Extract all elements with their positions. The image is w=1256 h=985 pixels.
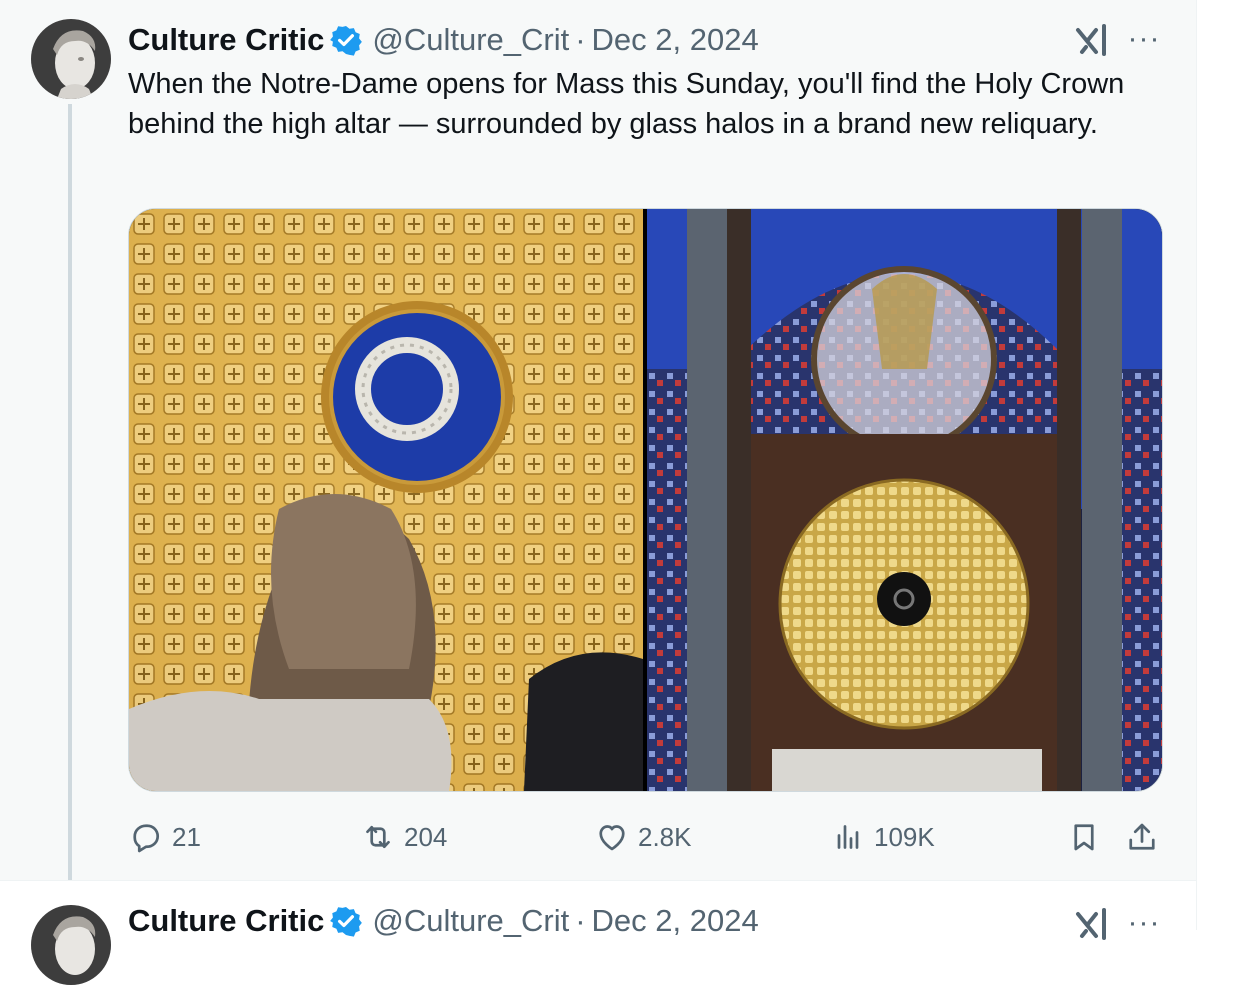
reliquary-altar-photo[interactable] [647,209,1162,791]
author-handle[interactable]: @Culture_Crit [372,22,569,58]
tweet-date[interactable]: Dec 2, 2024 [592,903,759,939]
more-options-button[interactable]: ··· [1124,906,1164,939]
more-options-button[interactable]: ··· [1124,22,1164,55]
views-button[interactable]: 109K [830,812,935,862]
next-tweet[interactable]: Culture Critic @Culture_Crit · Dec 2, 20… [0,880,1196,985]
repost-icon [360,819,396,855]
tweet-header: Culture Critic @Culture_Crit · Dec 2, 20… [128,901,759,941]
verified-badge-icon [330,24,363,56]
author-name[interactable]: Culture Critic [128,903,324,939]
views-count: 109K [874,821,935,852]
like-count: 2.8K [638,821,692,852]
repost-button[interactable]: 204 [360,812,447,862]
reply-count: 21 [172,821,201,852]
author-name[interactable]: Culture Critic [128,22,324,58]
bookmark-icon [1066,819,1102,855]
tweet-media[interactable] [128,208,1163,792]
author-handle[interactable]: @Culture_Crit [372,903,569,939]
bookmark-button[interactable] [1066,812,1110,862]
grok-icon[interactable] [1074,22,1110,58]
reply-button[interactable]: 21 [128,812,201,862]
heart-icon [594,819,630,855]
tweet-date[interactable]: Dec 2, 2024 [592,22,759,58]
like-button[interactable]: 2.8K [594,812,692,862]
avatar[interactable] [31,905,111,985]
tweet-actions: 21 204 2.8K 109K [0,812,1196,862]
views-icon [830,819,866,855]
share-button[interactable] [1124,812,1168,862]
verified-badge-icon [330,905,363,937]
reply-icon [128,819,164,855]
avatar[interactable] [31,19,111,99]
tweet[interactable]: Culture Critic @Culture_Crit · Dec 2, 20… [0,0,1196,894]
repost-count: 204 [404,821,448,852]
tweet-header: Culture Critic @Culture_Crit · Dec 2, 20… [128,20,759,60]
tweet-text: When the Notre-Dame opens for Mass this … [128,68,1125,140]
separator-dot: · [575,22,586,57]
separator-dot: · [575,903,586,938]
grok-icon[interactable] [1074,906,1110,942]
share-icon [1124,819,1160,855]
crown-dome-photo[interactable] [129,209,643,791]
thread-line [68,104,72,894]
